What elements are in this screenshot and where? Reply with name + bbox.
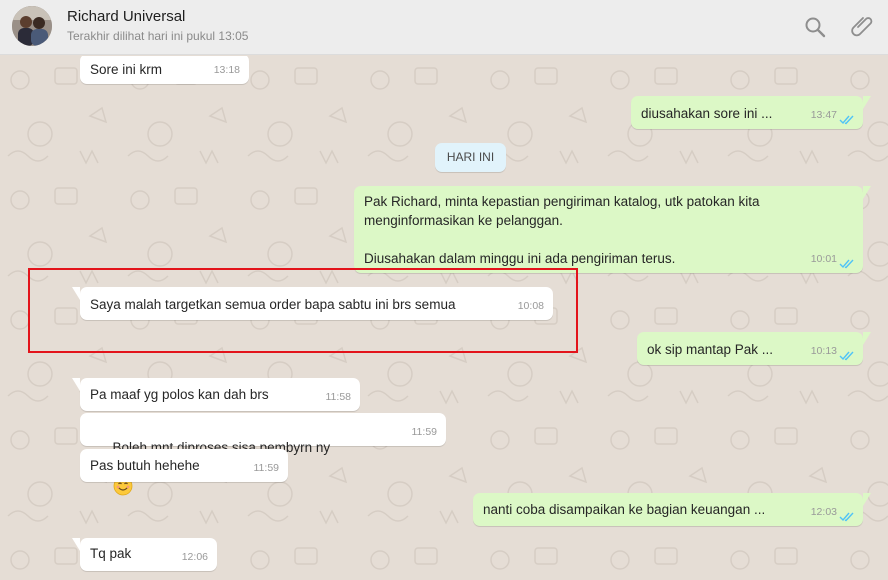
message-time: 12:06	[181, 551, 208, 563]
message-time: 11:59	[411, 426, 438, 438]
message-time: 13:18	[213, 64, 240, 76]
message-text: Sore ini krm	[90, 62, 163, 77]
message-text: Saya malah targetkan semua order bapa sa…	[90, 297, 456, 312]
message-bubble-incoming[interactable]: Pas butuh hehehe 11:59	[80, 449, 288, 482]
message-bubble-incoming[interactable]: Tq pak 12:06	[72, 538, 217, 571]
contact-name[interactable]: Richard Universal	[67, 8, 185, 25]
read-receipt-icon	[839, 259, 854, 269]
message-time: 11:58	[325, 391, 352, 403]
attach-icon[interactable]	[851, 15, 875, 39]
message-time: 10:01	[810, 253, 837, 265]
message-text: Pa maaf yg polos kan dah brs	[90, 387, 269, 402]
bubble-tail	[863, 96, 871, 109]
read-receipt-icon	[839, 351, 854, 361]
message-text: nanti coba disampaikan ke bagian keuanga…	[483, 502, 766, 517]
read-receipt-icon	[839, 115, 854, 125]
message-bubble-incoming[interactable]: Sore ini krm 13:18	[80, 56, 249, 84]
message-bubble-incoming[interactable]: Saya malah targetkan semua order bapa sa…	[72, 287, 553, 320]
message-bubble-outgoing[interactable]: Pak Richard, minta kepastian pengiriman …	[354, 186, 871, 273]
message-time: 13:47	[810, 109, 837, 121]
message-bubble-incoming[interactable]: Boleh mnt diproses sisa pembyrn ny 11:59	[80, 413, 446, 496]
message-bubble-outgoing[interactable]: ok sip mantap Pak ... 10:13	[637, 332, 871, 365]
last-seen-status: Terakhir dilihat hari ini pukul 13:05	[67, 29, 249, 43]
message-text: diusahakan sore ini ...	[641, 106, 773, 121]
message-bubble-outgoing[interactable]: diusahakan sore ini ... 13:47	[631, 96, 871, 129]
bubble-tail	[72, 538, 80, 551]
message-time: 11:59	[253, 462, 280, 474]
contact-avatar[interactable]	[12, 6, 52, 46]
message-list[interactable]: Sore ini krm 13:18 diusahakan sore ini .…	[0, 56, 888, 580]
message-text: Pak Richard, minta kepastian pengiriman …	[364, 194, 760, 266]
search-icon[interactable]	[803, 15, 827, 39]
bubble-tail	[863, 493, 871, 506]
bubble-tail	[863, 186, 871, 199]
message-text: Tq pak	[90, 546, 132, 561]
message-bubble-outgoing[interactable]: nanti coba disampaikan ke bagian keuanga…	[473, 493, 871, 526]
message-time: 10:08	[517, 300, 544, 312]
message-time: 10:13	[810, 345, 837, 357]
chat-header: Richard Universal Terakhir dilihat hari …	[0, 0, 888, 55]
bubble-tail	[863, 332, 871, 345]
message-time: 12:03	[810, 506, 837, 518]
bubble-tail	[72, 378, 80, 391]
message-text: Pas butuh hehehe	[90, 458, 200, 473]
bubble-tail	[72, 287, 80, 300]
message-text: ok sip mantap Pak ...	[647, 342, 774, 357]
day-separator: HARI INI	[435, 143, 506, 172]
message-bubble-incoming[interactable]: Pa maaf yg polos kan dah brs 11:58	[72, 378, 360, 411]
read-receipt-icon	[839, 512, 854, 522]
